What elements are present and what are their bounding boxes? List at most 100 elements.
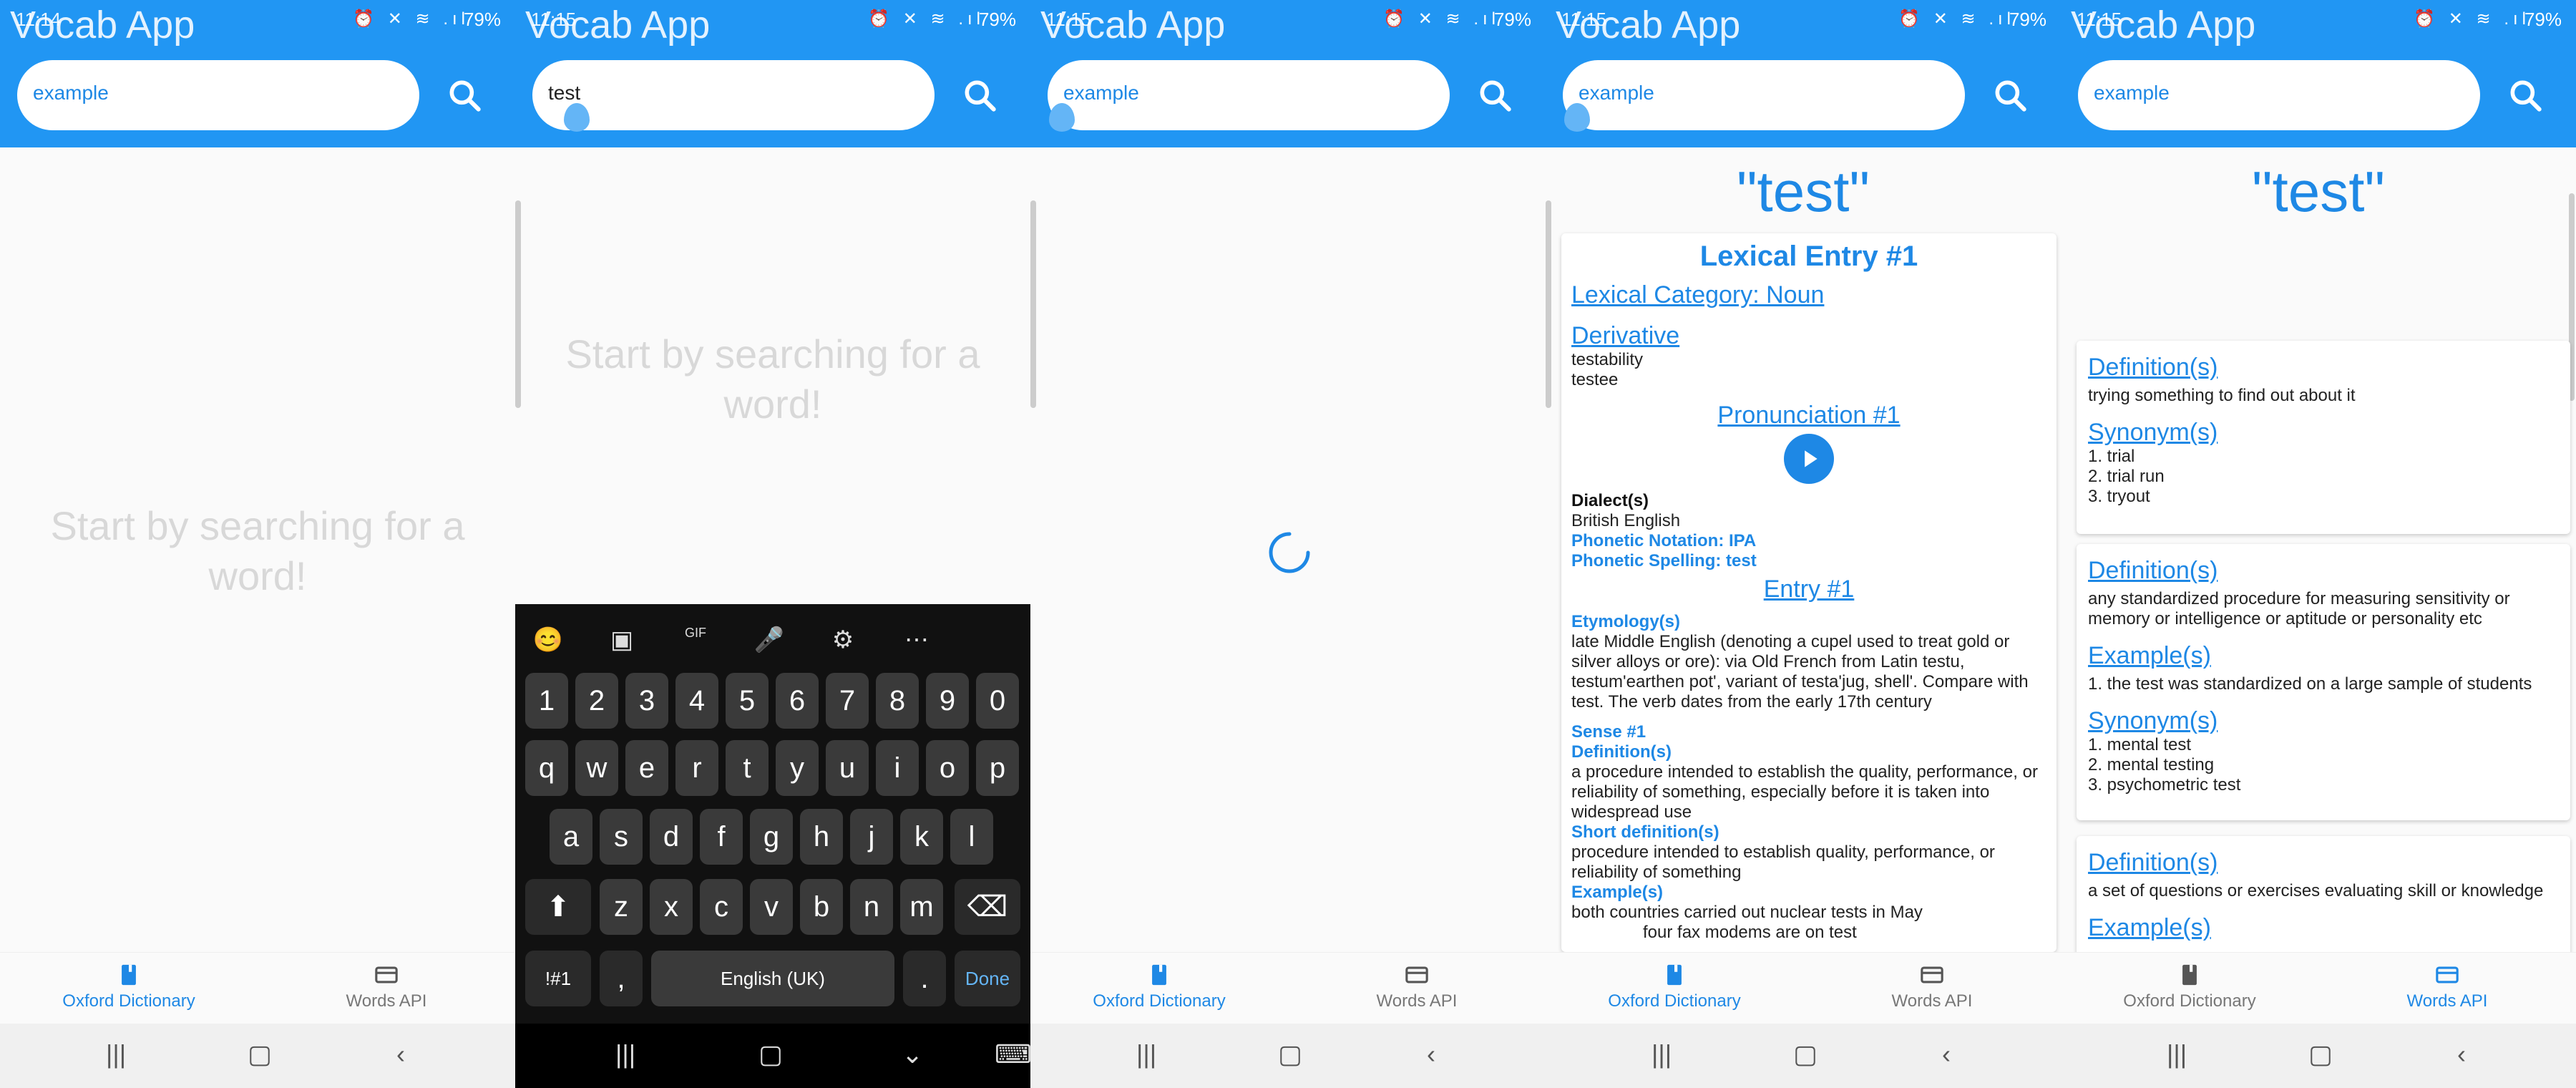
key-9[interactable]: 9 — [926, 673, 969, 729]
text-cursor-handle[interactable] — [1564, 103, 1590, 132]
key-a[interactable]: a — [550, 809, 592, 865]
key-7[interactable]: 7 — [826, 673, 869, 729]
search-icon[interactable] — [1475, 76, 1516, 116]
microphone-icon[interactable]: 🎤 — [752, 626, 786, 660]
search-input[interactable]: example — [2078, 60, 2480, 130]
key-c[interactable]: c — [700, 879, 743, 935]
home-icon[interactable]: ▢ — [2308, 1039, 2333, 1069]
key-6[interactable]: 6 — [776, 673, 819, 729]
search-button[interactable] — [445, 76, 485, 116]
key-j[interactable]: j — [850, 809, 893, 865]
play-audio-button[interactable] — [1784, 434, 1834, 484]
search-input[interactable]: test — [532, 60, 935, 132]
key-m[interactable]: m — [900, 879, 943, 935]
key-z[interactable]: z — [600, 879, 643, 935]
hide-keyboard-icon[interactable]: ⌄ — [902, 1039, 923, 1069]
tab-words-api[interactable]: Words API — [258, 963, 515, 1011]
key-l[interactable]: l — [950, 809, 993, 865]
search-icon[interactable] — [2506, 76, 2546, 116]
key-b[interactable]: b — [800, 879, 843, 935]
back-icon[interactable]: ‹ — [1942, 1039, 1951, 1069]
key-e[interactable]: e — [625, 740, 668, 796]
search-input[interactable]: example — [1048, 60, 1450, 132]
scrollbar[interactable] — [515, 200, 521, 408]
entry-heading[interactable]: Entry #1 — [1571, 575, 2046, 603]
home-icon[interactable]: ▢ — [248, 1039, 272, 1069]
tab-oxford-dictionary[interactable]: Oxford Dictionary — [1546, 963, 1803, 1011]
search-input-value[interactable]: example — [1579, 82, 1654, 105]
key-3[interactable]: 3 — [625, 673, 668, 729]
key-w[interactable]: w — [575, 740, 618, 796]
search-icon[interactable] — [445, 76, 485, 116]
key-h[interactable]: h — [800, 809, 843, 865]
search-button[interactable] — [960, 76, 1000, 116]
search-icon[interactable] — [1991, 76, 2031, 116]
key-r[interactable]: r — [675, 740, 718, 796]
definition-heading[interactable]: Definition(s) — [2088, 849, 2559, 877]
symbols-key[interactable]: !#1 — [525, 951, 591, 1006]
tab-oxford-dictionary[interactable]: Oxford Dictionary — [0, 963, 258, 1011]
home-icon[interactable]: ▢ — [1278, 1039, 1302, 1069]
back-icon[interactable]: ‹ — [2457, 1039, 2466, 1069]
derivative-heading[interactable]: Derivative — [1571, 322, 2046, 350]
tab-oxford-dictionary[interactable]: Oxford Dictionary — [1030, 963, 1288, 1011]
key-k[interactable]: k — [900, 809, 943, 865]
lexical-category[interactable]: Lexical Category: Noun — [1571, 281, 2046, 309]
comma-key[interactable]: , — [600, 951, 643, 1006]
search-input-value[interactable]: test — [548, 82, 580, 105]
text-cursor-handle[interactable] — [564, 103, 590, 132]
sticker-icon[interactable]: ▣ — [605, 626, 639, 660]
search-input[interactable]: example — [1563, 60, 1965, 132]
done-key[interactable]: Done — [955, 951, 1020, 1006]
pronunciation-heading[interactable]: Pronunciation #1 — [1571, 402, 2046, 429]
example-heading[interactable]: Example(s) — [2088, 914, 2559, 942]
key-1[interactable]: 1 — [525, 673, 568, 729]
back-icon[interactable]: ‹ — [396, 1039, 405, 1069]
key-4[interactable]: 4 — [675, 673, 718, 729]
space-key[interactable]: English (UK) — [651, 951, 894, 1006]
key-n[interactable]: n — [850, 879, 893, 935]
recent-apps-icon[interactable]: ||| — [1652, 1039, 1672, 1069]
key-d[interactable]: d — [650, 809, 693, 865]
tab-words-api[interactable]: Words API — [1803, 963, 2061, 1011]
key-x[interactable]: x — [650, 879, 693, 935]
text-cursor-handle[interactable] — [1049, 103, 1075, 132]
recent-apps-icon[interactable]: ||| — [615, 1039, 635, 1069]
tab-words-api[interactable]: Words API — [1288, 963, 1546, 1011]
search-button[interactable] — [1475, 76, 1516, 116]
search-input-value[interactable]: example — [2094, 82, 2170, 105]
key-p[interactable]: p — [976, 740, 1019, 796]
example-heading[interactable]: Example(s) — [2088, 642, 2559, 670]
gif-icon[interactable]: GIF — [678, 626, 713, 660]
key-t[interactable]: t — [726, 740, 769, 796]
recent-apps-icon[interactable]: ||| — [106, 1039, 126, 1069]
emoji-icon[interactable]: 😊 — [531, 626, 565, 660]
key-y[interactable]: y — [776, 740, 819, 796]
tab-words-api[interactable]: Words API — [2318, 963, 2576, 1011]
key-q[interactable]: q — [525, 740, 568, 796]
key-8[interactable]: 8 — [876, 673, 919, 729]
key-0[interactable]: 0 — [976, 673, 1019, 729]
definition-heading[interactable]: Definition(s) — [2088, 557, 2559, 585]
key-o[interactable]: o — [926, 740, 969, 796]
key-5[interactable]: 5 — [726, 673, 769, 729]
shift-key[interactable]: ⬆ — [525, 879, 591, 935]
search-input-value[interactable]: example — [33, 82, 109, 105]
period-key[interactable]: . — [903, 951, 946, 1006]
search-button[interactable] — [2506, 76, 2546, 116]
gear-icon[interactable]: ⚙ — [826, 626, 860, 660]
search-icon[interactable] — [960, 76, 1000, 116]
synonym-heading[interactable]: Synonym(s) — [2088, 419, 2559, 447]
keyboard-icon[interactable]: ⌨ — [995, 1039, 1030, 1069]
tab-oxford-dictionary[interactable]: Oxford Dictionary — [2061, 963, 2318, 1011]
home-icon[interactable]: ▢ — [1793, 1039, 1818, 1069]
scrollbar[interactable] — [1546, 200, 1551, 408]
home-icon[interactable]: ▢ — [758, 1039, 783, 1069]
search-button[interactable] — [1991, 76, 2031, 116]
synonym-heading[interactable]: Synonym(s) — [2088, 707, 2559, 735]
backspace-key[interactable]: ⌫ — [955, 879, 1020, 935]
key-u[interactable]: u — [826, 740, 869, 796]
search-input-value[interactable]: example — [1063, 82, 1139, 105]
recent-apps-icon[interactable]: ||| — [2167, 1039, 2187, 1069]
key-v[interactable]: v — [750, 879, 793, 935]
